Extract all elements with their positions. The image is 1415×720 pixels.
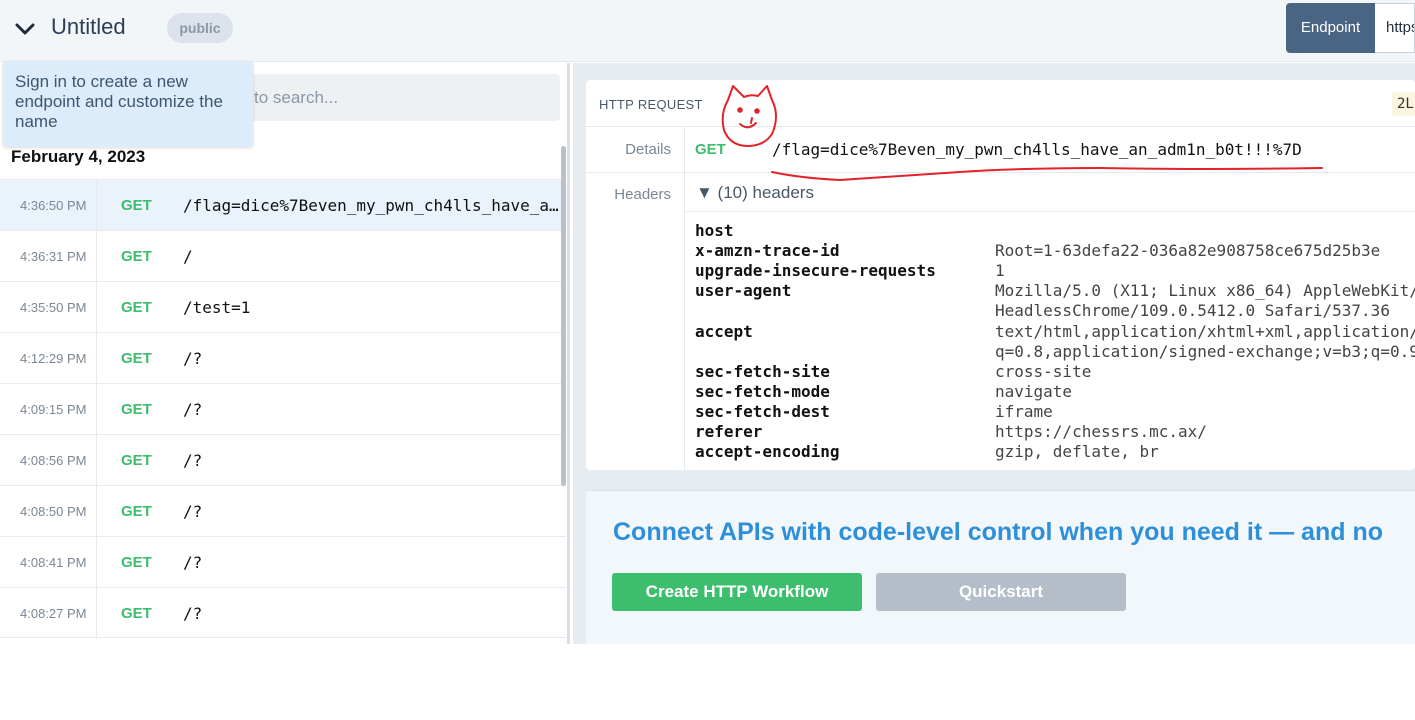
request-method: GET — [121, 248, 152, 265]
visibility-badge: public — [167, 13, 233, 43]
request-time: 4:36:50 PM — [20, 198, 87, 213]
sign-in-tooltip: Sign in to create a new endpoint and cus… — [3, 61, 253, 147]
row-divider — [96, 180, 97, 231]
request-path: / — [183, 247, 193, 266]
header-key: user-agent — [695, 281, 792, 300]
request-method: GET — [121, 299, 152, 316]
header-key: referer — [695, 422, 763, 441]
promo-banner: Connect APIs with code-level control whe… — [586, 490, 1415, 644]
header-key: upgrade-insecure-requests — [695, 261, 936, 280]
header-value: cross-site — [995, 362, 1092, 381]
header-value: https://chessrs.mc.ax/ — [995, 422, 1207, 441]
request-row[interactable]: 4:08:27 PM GET /? — [0, 587, 566, 639]
header-key: accept — [695, 322, 753, 341]
row-divider — [96, 588, 97, 639]
header-value: text/html,application/xhtml+xml,applicat… — [995, 322, 1415, 361]
request-tag: 2L — [1392, 92, 1415, 116]
header-value: 1 — [995, 261, 1005, 280]
request-time: 4:12:29 PM — [20, 351, 87, 366]
header-key: x-amzn-trace-id — [695, 241, 840, 260]
promo-title: Connect APIs with code-level control whe… — [613, 518, 1383, 546]
request-method: GET — [121, 605, 152, 622]
request-list-panel: to search... 4:36:50 PM GET /flag=dice%7… — [0, 63, 570, 644]
request-path: /? — [183, 502, 203, 521]
request-path: /flag=dice%7Beven_my_pwn_ch4lls_have_an_… — [183, 196, 561, 215]
header-key: sec-fetch-mode — [695, 382, 830, 401]
request-time: 4:35:50 PM — [20, 300, 87, 315]
request-path: /? — [183, 553, 203, 572]
row-divider — [96, 231, 97, 282]
header-key: sec-fetch-site — [695, 362, 830, 381]
request-time: 4:08:27 PM — [20, 606, 87, 621]
date-header: February 4, 2023 — [11, 147, 146, 166]
endpoint-button[interactable]: Endpoint — [1286, 3, 1375, 53]
header-value: Mozilla/5.0 (X11; Linux x86_64) AppleWeb… — [995, 281, 1415, 320]
endpoint-url-field[interactable]: https:// — [1375, 3, 1415, 53]
search-input[interactable]: to search... — [240, 74, 560, 121]
request-method: GET — [121, 554, 152, 571]
quickstart-button[interactable]: Quickstart — [876, 573, 1126, 611]
request-row[interactable]: 4:09:15 PM GET /? — [0, 383, 566, 435]
request-method: GET — [121, 350, 152, 367]
request-row[interactable]: 4:08:50 PM GET /? — [0, 485, 566, 537]
request-path: /? — [183, 400, 203, 419]
request-row[interactable]: 4:12:29 PM GET /? — [0, 332, 566, 384]
detail-method: GET — [695, 141, 726, 158]
details-label: Details — [625, 141, 671, 158]
headers-label: Headers — [614, 186, 671, 203]
row-divider — [96, 282, 97, 333]
header-value: iframe — [995, 402, 1053, 421]
top-bar: Untitled public Endpoint https:// — [0, 0, 1415, 62]
request-time: 4:09:15 PM — [20, 402, 87, 417]
request-path: /? — [183, 604, 203, 623]
row-divider — [96, 486, 97, 537]
create-http-workflow-button[interactable]: Create HTTP Workflow — [612, 573, 862, 611]
request-row[interactable]: 4:36:50 PM GET /flag=dice%7Beven_my_pwn_… — [0, 179, 566, 231]
detail-path[interactable]: /flag=dice%7Beven_my_pwn_ch4lls_have_an_… — [772, 127, 1302, 172]
request-time: 4:36:31 PM — [20, 249, 87, 264]
header-key: accept-encoding — [695, 442, 840, 461]
header-value: gzip, deflate, br — [995, 442, 1159, 461]
request-path: /test=1 — [183, 298, 251, 317]
scrollbar[interactable] — [561, 146, 566, 486]
row-divider — [96, 537, 97, 588]
request-method: GET — [121, 401, 152, 418]
endpoint-title[interactable]: Untitled — [51, 14, 126, 40]
request-row[interactable]: 4:08:56 PM GET /? — [0, 434, 566, 486]
request-row[interactable]: 4:08:41 PM GET /? — [0, 536, 566, 588]
row-divider — [96, 384, 97, 435]
headers-table: host x-amzn-trace-id Root=1-63defa22-036… — [685, 211, 1415, 470]
request-time: 4:08:41 PM — [20, 555, 87, 570]
headers-toggle[interactable]: ▼ (10) headers — [696, 172, 814, 214]
request-method: GET — [121, 503, 152, 520]
request-detail-panel: HTTP REQUEST 2L Details GET /flag=dice%7… — [573, 63, 1415, 644]
header-key: host — [695, 221, 734, 240]
header-value: navigate — [995, 382, 1073, 401]
header-value: Root=1-63defa22-036a82e908758ce675d25b3e — [995, 241, 1381, 260]
request-method: GET — [121, 452, 152, 469]
request-time: 4:08:50 PM — [20, 504, 87, 519]
request-list: 4:36:50 PM GET /flag=dice%7Beven_my_pwn_… — [0, 179, 566, 639]
header-key: sec-fetch-dest — [695, 402, 830, 421]
request-path: /? — [183, 451, 203, 470]
request-path: /? — [183, 349, 203, 368]
row-divider — [96, 435, 97, 486]
request-time: 4:08:56 PM — [20, 453, 87, 468]
request-row[interactable]: 4:35:50 PM GET /test=1 — [0, 281, 566, 333]
row-divider — [96, 333, 97, 384]
card-header: HTTP REQUEST 2L — [586, 80, 1415, 127]
request-method: GET — [121, 197, 152, 214]
http-request-card: HTTP REQUEST 2L Details GET /flag=dice%7… — [586, 80, 1415, 470]
request-row[interactable]: 4:36:31 PM GET / — [0, 230, 566, 282]
section-title: HTTP REQUEST — [599, 97, 703, 112]
chevron-down-icon[interactable] — [12, 16, 38, 42]
